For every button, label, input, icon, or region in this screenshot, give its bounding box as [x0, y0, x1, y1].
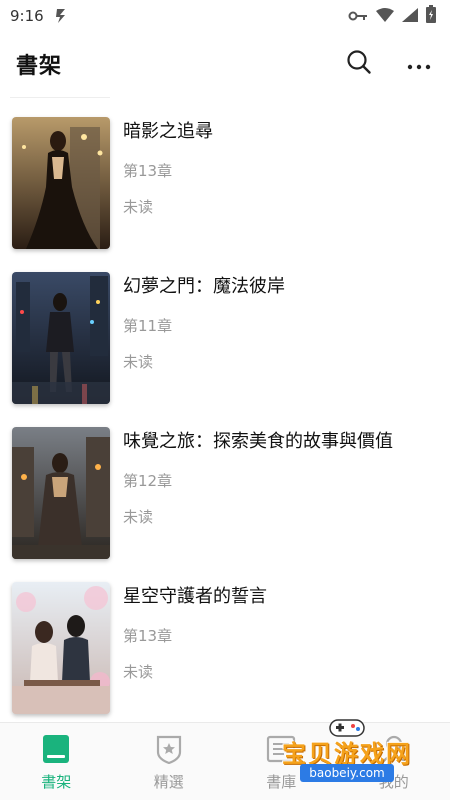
book-item[interactable]: 幻夢之門：魔法彼岸 第11章 未读 — [0, 259, 450, 414]
nav-label: 精選 — [153, 773, 184, 791]
book-list: 暗影之追尋 第13章 未读 幻夢之門：魔法彼岸 第11章 未读 味覺之旅：探索美… — [0, 104, 450, 724]
book-item[interactable]: 味覺之旅：探索美食的故事與價值 第12章 未读 — [0, 414, 450, 569]
book-cover-image — [12, 582, 110, 714]
nav-item-featured[interactable]: 精選 — [113, 723, 226, 800]
bookshelf-icon — [40, 733, 72, 765]
book-info: 味覺之旅：探索美食的故事與價值 第12章 未读 — [123, 427, 393, 569]
watermark-url: baobeiy.com — [300, 764, 394, 782]
book-read-status: 未读 — [123, 198, 154, 216]
featured-icon — [153, 733, 185, 765]
book-chapter: 第11章 — [123, 317, 173, 335]
book-read-status: 未读 — [123, 353, 154, 371]
book-title: 星空守護者的誓言 — [123, 586, 267, 607]
status-time: 9:16 — [10, 7, 44, 25]
notification-icon — [54, 7, 68, 25]
battery-icon — [426, 5, 436, 27]
more-icon — [407, 55, 431, 74]
book-info: 幻夢之門：魔法彼岸 第11章 未读 — [123, 272, 285, 414]
book-chapter: 第13章 — [123, 627, 173, 645]
nav-item-bookshelf[interactable]: 書架 — [0, 723, 113, 800]
book-title: 味覺之旅：探索美食的故事與價值 — [123, 431, 393, 452]
page-title: 書架 — [16, 54, 63, 79]
wifi-icon — [376, 7, 394, 26]
watermark-logo: 宝贝游戏网 baobeiy.com — [272, 716, 422, 786]
header-divider — [10, 97, 110, 98]
book-item[interactable]: 星空守護者的誓言 第13章 未读 — [0, 569, 450, 724]
search-icon — [346, 49, 372, 79]
book-cover-image — [12, 272, 110, 404]
book-info: 暗影之追尋 第13章 未读 — [123, 117, 213, 259]
book-cover-image — [12, 427, 110, 559]
book-cover-image — [12, 117, 110, 249]
book-chapter: 第13章 — [123, 162, 173, 180]
vpn-key-icon — [348, 7, 368, 26]
app-header: 書架 — [0, 38, 450, 90]
book-chapter: 第12章 — [123, 472, 173, 490]
header-actions — [344, 49, 434, 79]
book-title: 暗影之追尋 — [123, 121, 213, 142]
signal-icon — [402, 7, 418, 26]
book-read-status: 未读 — [123, 508, 154, 526]
status-bar: 9:16 — [0, 0, 450, 32]
nav-label: 書架 — [41, 773, 72, 791]
status-icons — [348, 5, 436, 27]
book-item[interactable]: 暗影之追尋 第13章 未读 — [0, 104, 450, 259]
search-button[interactable] — [344, 49, 374, 79]
more-button[interactable] — [404, 49, 434, 79]
book-title: 幻夢之門：魔法彼岸 — [123, 276, 285, 297]
book-read-status: 未读 — [123, 663, 154, 681]
book-info: 星空守護者的誓言 第13章 未读 — [123, 582, 267, 724]
